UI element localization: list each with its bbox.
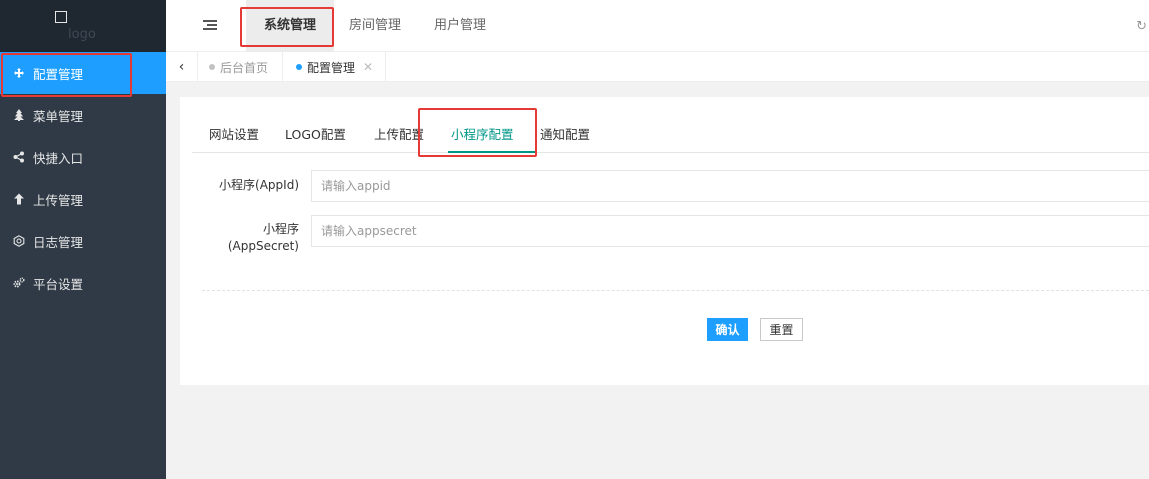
tab-logo-config[interactable]: LOGO配置 <box>285 121 346 153</box>
top-tab-system[interactable]: 系统管理 <box>246 0 334 52</box>
top-tab-users[interactable]: 用户管理 <box>434 0 486 52</box>
sidebar-item-label: 快捷入口 <box>33 150 84 166</box>
sidebar-item-label: 平台设置 <box>33 276 84 292</box>
share-icon <box>13 151 25 163</box>
close-icon[interactable]: ✕ <box>363 60 373 74</box>
tab-dot-icon <box>296 64 302 70</box>
sidebar-item-label: 菜单管理 <box>33 108 84 124</box>
top-tab-rooms[interactable]: 房间管理 <box>349 0 401 52</box>
confirm-button[interactable]: 确认 <box>707 318 748 341</box>
page-tab-config[interactable]: 配置管理 ✕ <box>285 52 387 82</box>
sidebar-item-label: 日志管理 <box>33 234 84 250</box>
gears-icon <box>13 277 25 289</box>
menu-toggle-icon[interactable] <box>203 20 217 32</box>
page-tab-label: 配置管理 <box>307 60 356 75</box>
sidebar-item-upload[interactable]: 上传管理 <box>0 178 166 220</box>
tab-upload-config[interactable]: 上传配置 <box>374 121 424 153</box>
logo-text: logo <box>68 27 96 42</box>
appsecret-label-line2: (AppSecret) <box>227 239 299 253</box>
sidebar-item-log[interactable]: 日志管理 <box>0 220 166 262</box>
reset-button[interactable]: 重置 <box>760 318 803 341</box>
appid-input[interactable] <box>311 170 1149 202</box>
page-tab-home[interactable]: 后台首页 <box>198 52 284 82</box>
appid-label: 小程序(AppId) <box>219 178 299 192</box>
move-icon <box>13 67 25 79</box>
appsecret-label-line1: 小程序 <box>262 222 299 236</box>
tab-notification-config[interactable]: 通知配置 <box>540 121 590 153</box>
form-divider <box>202 290 1149 291</box>
tab-dot-icon <box>209 64 215 70</box>
appsecret-input[interactable] <box>311 215 1149 247</box>
tabs-back-chevron-icon[interactable]: ‹ <box>166 52 198 82</box>
tab-miniprogram-config[interactable]: 小程序配置 <box>451 121 514 153</box>
config-card: 网站设置 LOGO配置 上传配置 小程序配置 通知配置 小程序(AppId) 小… <box>180 97 1149 385</box>
logo-placeholder-icon <box>55 11 67 23</box>
sidebar-item-config[interactable]: 配置管理 <box>0 52 166 94</box>
logo-area: logo <box>0 0 166 52</box>
appsecret-label: 小程序 (AppSecret) <box>180 221 299 255</box>
sidebar-item-label: 配置管理 <box>33 66 84 82</box>
sidebar-menu: 配置管理 菜单管理 快捷入口 上传管理 日志管理 平台设置 <box>0 52 166 304</box>
sidebar-item-shortcut[interactable]: 快捷入口 <box>0 136 166 178</box>
page-tab-label: 后台首页 <box>220 60 269 75</box>
sidebar: logo 配置管理 菜单管理 快捷入口 上传管理 日志管理 平台设置 <box>0 0 166 479</box>
sidebar-item-platform[interactable]: 平台设置 <box>0 262 166 304</box>
tree-icon <box>13 109 25 121</box>
log-icon <box>13 235 25 247</box>
page-tabs-bar: ‹ 后台首页 配置管理 ✕ <box>166 52 1149 82</box>
tab-website-settings[interactable]: 网站设置 <box>209 121 259 153</box>
active-tab-indicator <box>448 151 536 153</box>
refresh-icon[interactable]: ↻ <box>1136 19 1147 34</box>
top-header: 系统管理 房间管理 用户管理 ↻ <box>166 0 1149 52</box>
sidebar-item-menu[interactable]: 菜单管理 <box>0 94 166 136</box>
config-tabs: 网站设置 LOGO配置 上传配置 小程序配置 通知配置 <box>192 121 1149 153</box>
upload-arrow-icon <box>13 193 25 205</box>
sidebar-item-label: 上传管理 <box>33 192 84 208</box>
